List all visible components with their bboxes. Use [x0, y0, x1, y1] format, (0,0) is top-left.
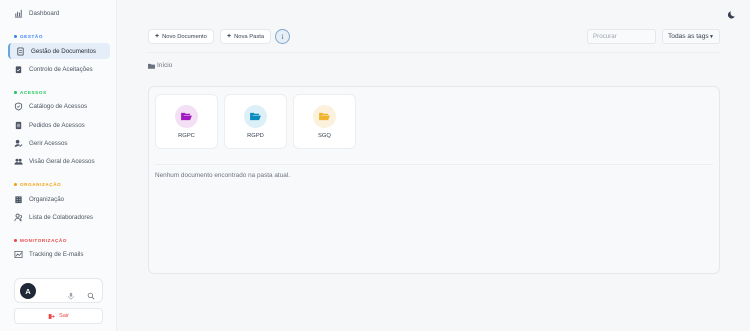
moon-icon[interactable] — [727, 6, 737, 19]
folder-open-icon — [175, 105, 198, 128]
sidebar-item-label: Visão Geral de Acessos — [29, 157, 95, 165]
divider — [148, 52, 720, 53]
search-input[interactable] — [587, 29, 656, 44]
sidebar-item-controlo-aceitacoes[interactable]: Controlo de Aceitações — [8, 61, 110, 77]
sidebar-item-gerir-acessos[interactable]: Gerir Acessos — [8, 135, 110, 151]
sidebar-item-visao-geral-acessos[interactable]: Visão Geral de Acessos — [8, 153, 110, 169]
chevron-down-icon: ▼ — [709, 33, 714, 40]
breadcrumb-label: Início — [157, 62, 173, 69]
people-icon — [14, 213, 23, 222]
user-edit-icon — [14, 139, 23, 148]
sidebar-item-lista-colaboradores[interactable]: Lista de Colaboradores — [8, 209, 110, 225]
document-icon — [16, 46, 25, 56]
sidebar: Dashboard GESTÃO Gestão de Documentos Co… — [0, 0, 117, 331]
user-panel: A — [14, 278, 103, 303]
sidebar-item-label: Organização — [29, 195, 65, 203]
sidebar-item-tracking-emails[interactable]: Tracking de E-mails — [8, 246, 110, 262]
folder-card-rgpd[interactable]: RGPD — [224, 94, 287, 149]
section-dot — [14, 91, 17, 94]
section-label: ACESSOS — [20, 90, 47, 95]
sidebar-item-label: Lista de Colaboradores — [29, 213, 93, 221]
sidebar-item-organizacao[interactable]: Organização — [8, 191, 110, 207]
avatar[interactable]: A — [20, 283, 36, 299]
sidebar-item-label: Catálogo de Acessos — [29, 102, 88, 110]
section-monitorizacao: MONITORIZAÇÃO — [14, 238, 67, 243]
email-tracking-icon — [14, 250, 23, 259]
plus-icon: + — [155, 33, 160, 40]
users-icon — [14, 157, 23, 166]
new-folder-button[interactable]: + Nova Pasta — [220, 29, 272, 44]
folder-name: SGQ — [318, 133, 331, 139]
section-dot — [14, 239, 17, 242]
divider — [155, 164, 713, 165]
section-dot — [14, 183, 17, 186]
logout-label: Sair — [59, 313, 69, 319]
tags-select[interactable]: Todas as tags ▼ — [662, 29, 720, 44]
folder-open-icon — [313, 105, 336, 128]
folder-open-icon — [244, 105, 267, 128]
search-icon[interactable] — [87, 287, 95, 300]
new-folder-label: Nova Pasta — [234, 33, 265, 40]
plus-icon: + — [227, 33, 232, 40]
sidebar-item-label: Pedidos de Acessos — [29, 121, 85, 129]
section-dot — [14, 35, 17, 38]
documents-panel: RGPC RGPD SGQ Nenhum documento encontrad… — [148, 86, 720, 274]
info-button[interactable]: i — [275, 29, 290, 44]
sidebar-item-label: Tracking de E-mails — [29, 250, 84, 258]
sidebar-item-pedidos-acessos[interactable]: Pedidos de Acessos — [8, 117, 110, 133]
new-document-label: Novo Documento — [162, 33, 207, 40]
sidebar-item-label: Dashboard — [29, 9, 60, 17]
building-icon — [14, 195, 23, 204]
new-document-button[interactable]: + Novo Documento — [148, 29, 214, 44]
tags-selected-value: Todas as tags — [668, 33, 709, 40]
folder-name: RGPD — [247, 133, 264, 139]
section-label: ORGANIZAÇÃO — [20, 182, 62, 187]
microphone-icon[interactable] — [67, 287, 75, 300]
chart-bar-icon — [14, 9, 23, 18]
folder-card-rgpc[interactable]: RGPC — [155, 94, 218, 149]
sidebar-item-dashboard[interactable]: Dashboard — [8, 5, 110, 21]
list-icon — [14, 121, 23, 130]
clipboard-check-icon — [14, 65, 23, 74]
logout-icon — [48, 313, 55, 319]
sidebar-item-catalogo-acessos[interactable]: Catálogo de Acessos — [8, 98, 110, 114]
sidebar-item-label: Gestão de Documentos — [31, 47, 97, 55]
breadcrumb[interactable]: Início — [148, 62, 172, 69]
section-acessos: ACESSOS — [14, 90, 47, 95]
sidebar-item-label: Gerir Acessos — [29, 139, 68, 147]
folder-card-sgq[interactable]: SGQ — [293, 94, 356, 149]
folder-name: RGPC — [178, 133, 195, 139]
sidebar-item-gestao-documentos[interactable]: Gestão de Documentos — [8, 43, 110, 59]
shield-check-icon — [14, 101, 23, 111]
section-gestao: GESTÃO — [14, 34, 43, 39]
empty-state-message: Nenhum documento encontrado na pasta atu… — [155, 172, 291, 179]
folder-icon — [148, 63, 155, 69]
logout-button[interactable]: Sair — [14, 308, 103, 324]
section-label: MONITORIZAÇÃO — [20, 238, 68, 243]
section-organizacao: ORGANIZAÇÃO — [14, 182, 61, 187]
sidebar-item-label: Controlo de Aceitações — [29, 65, 93, 73]
section-label: GESTÃO — [20, 34, 43, 39]
